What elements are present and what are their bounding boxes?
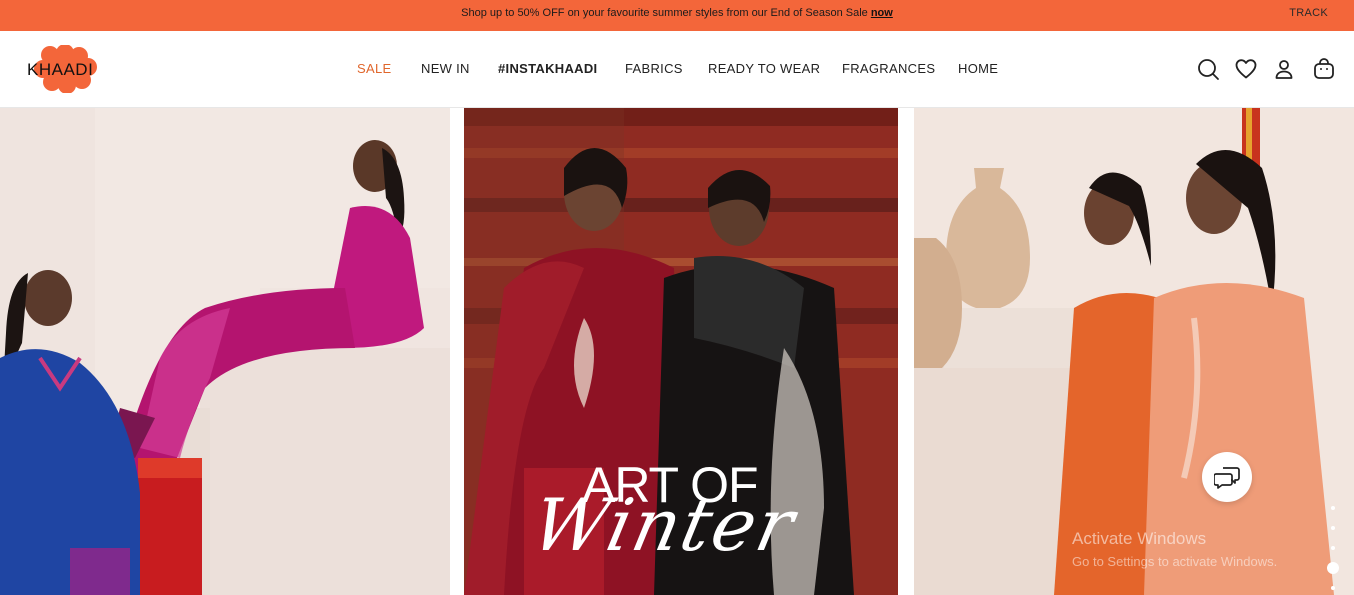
user-icon[interactable] [1272, 57, 1296, 81]
nav-instakhaadi[interactable]: #INSTAKHAADI [498, 61, 597, 76]
nav-sale[interactable]: SALE [357, 61, 391, 76]
carousel-dot-4-active[interactable] [1327, 562, 1339, 574]
promo-text: Shop up to 50% OFF on your favourite sum… [461, 7, 868, 19]
khaadi-logo[interactable]: KHAADI [25, 45, 103, 93]
promo-bar: Shop up to 50% OFF on your favourite sum… [0, 0, 1354, 31]
carousel-dot-3[interactable] [1331, 546, 1335, 550]
nav-new-in[interactable]: NEW IN [421, 61, 470, 76]
site-header: KHAADI SALE NEW IN #INSTAKHAADI FABRICS … [0, 31, 1354, 108]
carousel-dots [1326, 506, 1340, 595]
hero-panel-2[interactable]: ART OF Winter [464, 108, 898, 595]
hero-panel-3[interactable] [914, 108, 1354, 595]
windows-watermark-subtitle: Go to Settings to activate Windows. [1072, 554, 1278, 569]
carousel-dot-2[interactable] [1331, 526, 1335, 530]
windows-watermark-title: Activate Windows [1072, 529, 1207, 548]
nav-home[interactable]: HOME [958, 61, 998, 76]
nav-fabrics[interactable]: FABRICS [625, 61, 683, 76]
track-link[interactable]: TRACK [1289, 7, 1328, 19]
carousel-dot-1[interactable] [1331, 506, 1335, 510]
hero-panel-1[interactable] [0, 108, 450, 595]
promo-now-link[interactable]: now [871, 7, 893, 19]
nav-fragrances[interactable]: FRAGRANCES [842, 61, 935, 76]
bag-icon[interactable] [1312, 57, 1336, 81]
chat-button[interactable] [1202, 452, 1252, 502]
logo-text: KHAADI [27, 60, 94, 79]
promo-message: Shop up to 50% OFF on your favourite sum… [0, 7, 1354, 19]
hero-carousel: ART OF Winter [0, 108, 1354, 595]
hero-image-1 [0, 108, 450, 595]
heart-icon[interactable] [1234, 57, 1258, 81]
search-icon[interactable] [1196, 57, 1220, 81]
nav-ready-to-wear[interactable]: READY TO WEAR [708, 61, 820, 76]
hero-script-title: Winter [525, 483, 804, 567]
carousel-dot-5[interactable] [1331, 586, 1335, 590]
hero-image-3 [914, 108, 1354, 595]
chat-icon [1214, 467, 1240, 489]
